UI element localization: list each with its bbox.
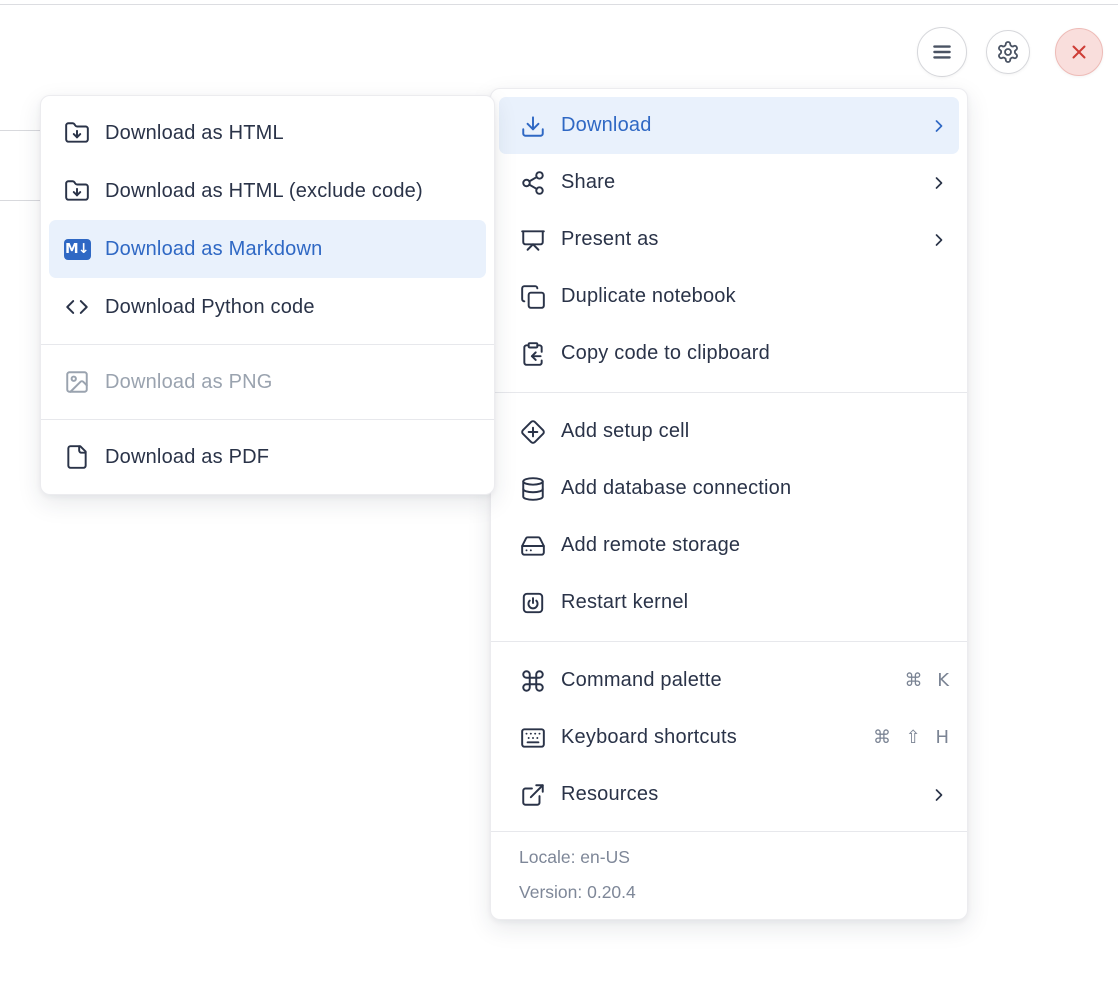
menu-item-label: Restart kernel <box>561 591 949 614</box>
menu-item-label: Download as PNG <box>105 371 478 394</box>
share-icon <box>519 170 547 196</box>
menu-item-label: Add remote storage <box>561 534 949 557</box>
menu-item-label: Download as HTML <box>105 122 478 145</box>
background-border-line <box>0 200 41 201</box>
folder-down-icon <box>63 120 91 146</box>
hard-drive-icon <box>519 533 547 559</box>
menu-item-present-as[interactable]: Present as <box>491 211 967 268</box>
submenu-item-download-python-code[interactable]: Download Python code <box>41 278 494 336</box>
version-text: Version: 0.20.4 <box>519 875 939 910</box>
notebook-menu: Download Share Present as Duplicate note… <box>490 88 968 920</box>
menu-item-label: Share <box>561 171 929 194</box>
submenu-item-download-pdf[interactable]: Download as PDF <box>41 428 494 486</box>
menu-item-label: Download as HTML (exclude code) <box>105 180 478 203</box>
menu-separator <box>491 392 967 393</box>
page-top-border <box>0 4 1118 5</box>
database-icon <box>519 476 547 502</box>
notebook-menu-button[interactable] <box>917 27 967 77</box>
code-icon <box>63 294 91 320</box>
hamburger-menu-icon <box>929 39 955 65</box>
download-icon <box>519 113 547 139</box>
gear-icon <box>996 40 1020 64</box>
menu-item-share[interactable]: Share <box>491 154 967 211</box>
settings-button[interactable] <box>986 30 1030 74</box>
menu-item-label: Download as Markdown <box>105 238 478 261</box>
file-icon <box>63 444 91 470</box>
menu-item-copy-code[interactable]: Copy code to clipboard <box>491 325 967 382</box>
submenu-item-download-png: Download as PNG <box>41 353 494 411</box>
background-border-line <box>0 130 41 131</box>
menu-item-add-setup-cell[interactable]: Add setup cell <box>491 403 967 460</box>
shortcut-hint: ⌘ ⇧ H <box>873 727 949 748</box>
menu-item-label: Add database connection <box>561 477 949 500</box>
menu-item-label: Add setup cell <box>561 420 949 443</box>
menu-separator <box>41 419 494 420</box>
menu-item-duplicate-notebook[interactable]: Duplicate notebook <box>491 268 967 325</box>
chevron-right-icon <box>929 116 949 136</box>
submenu-item-download-markdown[interactable]: M↓ Download as Markdown <box>49 220 486 278</box>
menu-footer: Locale: en-US Version: 0.20.4 <box>491 832 967 919</box>
keyboard-icon <box>519 725 547 751</box>
shortcut-hint: ⌘ K <box>904 670 949 691</box>
shutdown-button[interactable] <box>1055 28 1103 76</box>
image-icon <box>63 369 91 395</box>
menu-separator <box>41 344 494 345</box>
markdown-badge-icon: M↓ <box>63 239 91 260</box>
chevron-right-icon <box>929 785 949 805</box>
chevron-right-icon <box>929 230 949 250</box>
menu-item-download[interactable]: Download <box>499 97 959 154</box>
menu-item-label: Keyboard shortcuts <box>561 726 873 749</box>
menu-item-label: Copy code to clipboard <box>561 342 949 365</box>
copy-icon <box>519 284 547 310</box>
menu-item-label: Download as PDF <box>105 446 478 469</box>
external-link-icon <box>519 782 547 808</box>
submenu-item-download-html-exclude-code[interactable]: Download as HTML (exclude code) <box>41 162 494 220</box>
menu-item-label: Download Python code <box>105 296 478 319</box>
close-icon <box>1067 40 1091 64</box>
menu-item-label: Present as <box>561 228 929 251</box>
diamond-plus-icon <box>519 419 547 445</box>
download-submenu: Download as HTML Download as HTML (exclu… <box>40 95 495 495</box>
chevron-right-icon <box>929 173 949 193</box>
presentation-icon <box>519 227 547 253</box>
menu-item-label: Resources <box>561 783 929 806</box>
menu-item-add-remote-storage[interactable]: Add remote storage <box>491 517 967 574</box>
menu-item-restart-kernel[interactable]: Restart kernel <box>491 574 967 631</box>
menu-item-command-palette[interactable]: Command palette ⌘ K <box>491 652 967 709</box>
menu-item-label: Duplicate notebook <box>561 285 949 308</box>
submenu-item-download-html[interactable]: Download as HTML <box>41 104 494 162</box>
menu-item-resources[interactable]: Resources <box>491 766 967 823</box>
menu-item-label: Command palette <box>561 669 904 692</box>
command-icon <box>519 668 547 694</box>
power-square-icon <box>519 590 547 616</box>
locale-text: Locale: en-US <box>519 840 939 875</box>
clipboard-copy-icon <box>519 341 547 367</box>
menu-separator <box>491 641 967 642</box>
menu-item-add-database-connection[interactable]: Add database connection <box>491 460 967 517</box>
folder-down-icon <box>63 178 91 204</box>
menu-item-label: Download <box>561 114 929 137</box>
menu-item-keyboard-shortcuts[interactable]: Keyboard shortcuts ⌘ ⇧ H <box>491 709 967 766</box>
